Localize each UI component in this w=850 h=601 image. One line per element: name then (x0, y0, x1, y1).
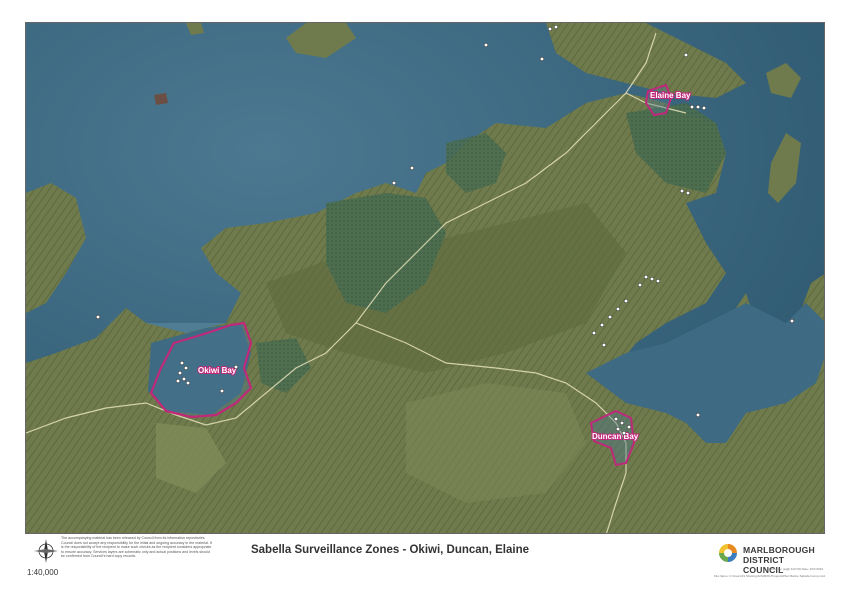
mooring-point-icon[interactable] (179, 360, 185, 366)
map-canvas[interactable]: Okiwi Bay Duncan Bay Elaine Bay (26, 23, 825, 534)
map-frame[interactable]: Okiwi Bay Duncan Bay Elaine Bay (25, 22, 825, 534)
mooring-point-icon[interactable] (623, 298, 629, 304)
mooring-point-icon[interactable] (599, 322, 605, 328)
mooring-point-icon[interactable] (689, 104, 695, 110)
mooring-point-icon[interactable] (181, 376, 187, 382)
mooring-point-icon[interactable] (547, 26, 553, 32)
mooring-point-icon[interactable] (637, 282, 643, 288)
mooring-point-icon[interactable] (553, 24, 559, 30)
mooring-point-icon[interactable] (615, 306, 621, 312)
mooring-point-icon[interactable] (701, 105, 707, 111)
mooring-point-icon[interactable] (95, 314, 101, 320)
mooring-point-icon[interactable] (683, 52, 689, 58)
zone-label-okiwi: Okiwi Bay (198, 366, 237, 375)
council-name-line1: MARLBOROUGH (743, 545, 815, 555)
mooring-point-icon[interactable] (177, 370, 183, 376)
council-logo-icon (719, 544, 737, 562)
mooring-point-icon[interactable] (649, 276, 655, 282)
disclaimer-text: The accompanying material has been relea… (61, 536, 213, 559)
zone-label-elaine-1: Elaine Bay (650, 91, 691, 100)
map-footer: 1:40,000 The accompanying material has b… (25, 534, 825, 582)
mooring-point-icon[interactable] (643, 274, 649, 280)
mooring-point-icon[interactable] (679, 188, 685, 194)
mooring-point-icon[interactable] (789, 318, 795, 324)
compass-rose-icon (34, 539, 58, 563)
mooring-point-icon[interactable] (626, 424, 632, 430)
mooring-point-icon[interactable] (409, 165, 415, 171)
council-logo: MARLBOROUGH DISTRICT COUNCIL (717, 542, 825, 575)
mooring-point-icon[interactable] (655, 278, 661, 284)
mooring-point-icon[interactable] (175, 378, 181, 384)
island-small-1 (154, 93, 168, 105)
mooring-point-icon[interactable] (219, 388, 225, 394)
council-name-line2: DISTRICT COUNCIL (743, 555, 785, 575)
mooring-point-icon[interactable] (233, 364, 239, 370)
mooring-point-icon[interactable] (621, 430, 627, 436)
mooring-point-icon[interactable] (591, 330, 597, 336)
mooring-point-icon[interactable] (539, 56, 545, 62)
mooring-point-icon[interactable] (695, 104, 701, 110)
file-path-text: File Name: C:\Users\31 Shutting\GIS\MXD … (713, 574, 825, 578)
mooring-point-icon[interactable] (613, 416, 619, 422)
mooring-point-icon[interactable] (601, 342, 607, 348)
mooring-point-icon[interactable] (685, 190, 691, 196)
mooring-point-icon[interactable] (615, 426, 621, 432)
mooring-point-icon[interactable] (483, 42, 489, 48)
map-scale: 1:40,000 (27, 568, 59, 577)
zone-label-duncan: Duncan Bay (592, 432, 639, 441)
mooring-point-icon[interactable] (619, 420, 625, 426)
mooring-point-icon[interactable] (183, 365, 189, 371)
mooring-point-icon[interactable] (391, 180, 397, 186)
printed-by-text: Printed by: jsq@ 4/27/19 Date: 4/07/2019 (767, 567, 823, 571)
mooring-point-icon[interactable] (607, 314, 613, 320)
map-title: Sabella Surveillance Zones - Okiwi, Dunc… (250, 544, 529, 556)
mooring-point-icon[interactable] (695, 412, 701, 418)
mooring-point-icon[interactable] (185, 380, 191, 386)
